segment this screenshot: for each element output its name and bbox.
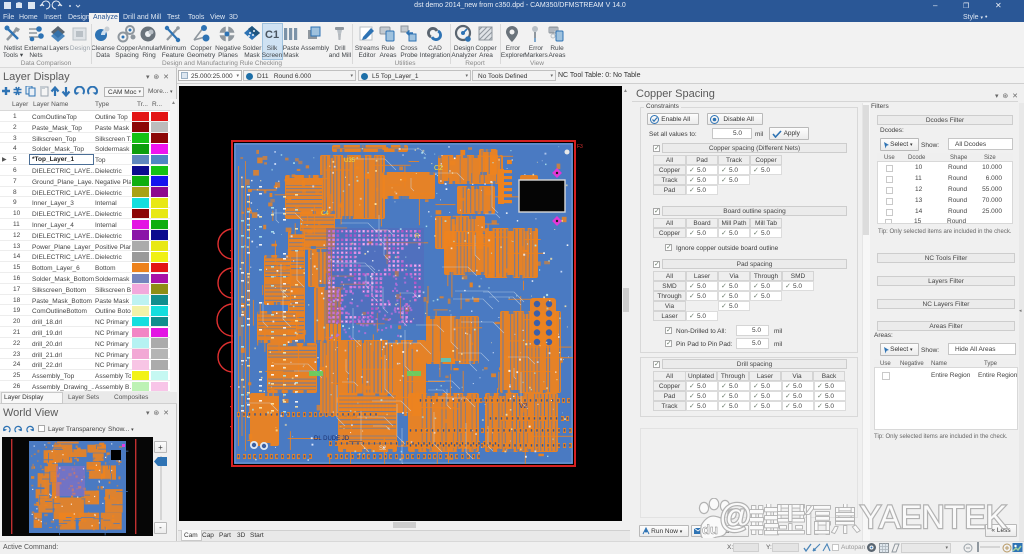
svg-text:DL DUDE JD____: DL DUDE JD____	[314, 436, 363, 442]
svg-text:C2: C2	[434, 165, 443, 172]
svg-text:R: R	[415, 234, 420, 240]
svg-text:C4: C4	[321, 211, 329, 217]
svg-text:S2: S2	[379, 446, 387, 452]
svg-text:C1: C1	[265, 29, 279, 41]
svg-text:du: du	[702, 522, 718, 537]
svg-text:F3: F3	[577, 144, 583, 150]
svg-text:V2: V2	[519, 403, 528, 410]
svg-text:U35: U35	[344, 158, 356, 164]
